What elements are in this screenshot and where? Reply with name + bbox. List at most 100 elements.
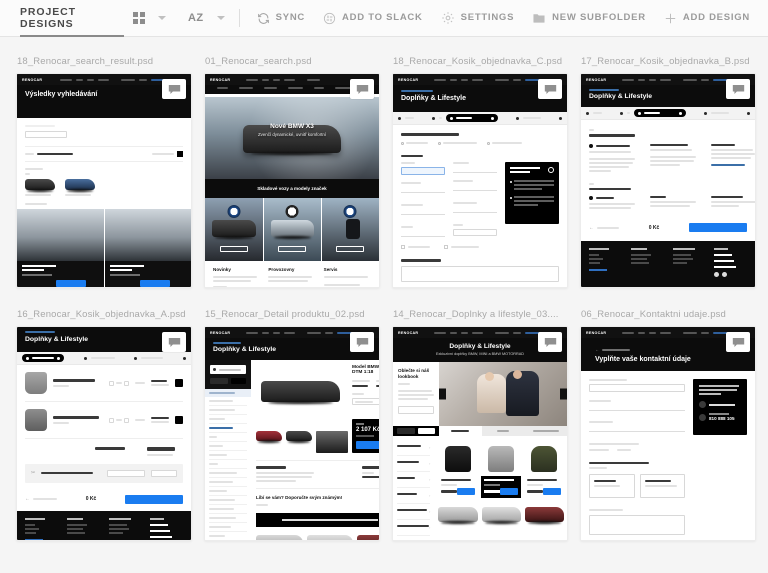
top-toolbar: PROJECT DESIGNS AZ SYNC ADD TO SLACK SET… [0,0,768,37]
design-card-16-kosik-a[interactable]: 16_Renocar_Kosik_objednavka_A.psd Doplňk… [16,304,192,541]
add-to-slack-button[interactable]: ADD TO SLACK [314,0,432,37]
comment-bubble-icon[interactable] [538,332,562,352]
design-card-01-search[interactable]: 01_Renocar_search.psd RENOCAR Nové BMW X… [204,51,380,288]
new-subfolder-label: NEW SUBFOLDER [552,12,646,24]
design-thumbnail[interactable]: RENOCAR Výsledky vyhledávání [16,73,192,288]
mock-col-title: Novinky [213,267,231,272]
design-thumbnail[interactable]: RENOCAR Doplňky & Lifestyle [204,326,380,541]
design-filename[interactable]: 15_Renocar_Detail produktu_02.psd [204,304,380,326]
mock-hero-title: Nové BMW X3 [270,123,314,130]
mock-input-active [401,167,445,175]
mock-buy-button [356,441,379,449]
comment-bubble-icon[interactable] [726,332,750,352]
thumb-canvas: Doplňky & Lifestyle ✂ ← 0 Kč [17,327,191,540]
view-chevron-down-icon[interactable] [157,16,166,20]
mock-hero-cta: Skladové vozy a modely značek [205,179,379,198]
mock-aside-box [505,162,559,224]
grid-view-button[interactable] [124,0,154,37]
brand-logo: RENOCAR [586,77,607,82]
mock-contact-box: 810 888 105 [693,379,747,435]
mock-label-model [25,125,55,127]
mock-price-box: 2 107 Kč [352,419,379,453]
comment-bubble-icon[interactable] [162,79,186,99]
design-thumbnail[interactable]: RENOCAR Doplňky & Lifestyle Exkluzivní d… [392,326,568,541]
design-card-06-kontaktni-udaje[interactable]: 06_Renocar_Kontaktni udaje.psd RENOCAR ←… [580,304,756,541]
thumb-canvas: RENOCAR Doplňky & Lifestyle [205,327,379,540]
mock-primary-button [689,223,747,232]
mock-breadcrumb [25,331,55,333]
plus-icon [664,12,677,25]
comment-bubble-icon[interactable] [350,332,374,352]
mock-total: 0 Kč [648,224,660,231]
design-filename[interactable]: 17_Renocar_Kosik_objednavka_B.psd [580,51,756,73]
mock-price: 2 107 Kč [356,427,379,433]
settings-button[interactable]: SETTINGS [432,0,524,37]
comment-bubble-icon[interactable] [162,332,186,352]
brand-logo: RENOCAR [398,77,419,82]
design-thumbnail[interactable]: Doplňky & Lifestyle ✂ ← 0 Kč [16,326,192,541]
design-filename[interactable]: 16_Renocar_Kosik_objednavka_A.psd [16,304,192,326]
mock-input-name [589,384,685,392]
thumb-canvas: RENOCAR Doplňky & Lifestyle Exkluzivní d… [393,327,567,540]
thumb-canvas: RENOCAR Výsledky vyhledávání [17,74,191,287]
mock-hero-sub: Zvenčí dynamické, uvnitř komfortní [257,132,327,137]
mock-col-title: Provozovny [268,267,295,272]
brand-logo: RENOCAR [22,77,43,82]
gear-icon [441,11,455,25]
mock-sidebar: › › › [205,360,251,540]
mock-total: 0 Kč [85,496,97,502]
mock-stepper [581,107,755,120]
design-card-17-kosik-b[interactable]: 17_Renocar_Kosik_objednavka_B.psd RENOCA… [580,51,756,288]
mock-sidebar: › › › › › › › [393,436,434,540]
sort-button[interactable]: AZ [166,0,213,37]
comment-bubble-icon[interactable] [726,79,750,99]
new-subfolder-button[interactable]: NEW SUBFOLDER [523,0,655,37]
design-card-15-detail-produktu[interactable]: 15_Renocar_Detail produktu_02.psd RENOCA… [204,304,380,541]
mock-primary-button [125,494,183,504]
comment-bubble-icon[interactable] [350,79,374,99]
thumb-canvas: RENOCAR Doplňky & Lifestyle [393,74,567,287]
design-filename[interactable]: 06_Renocar_Kontaktni udaje.psd [580,304,756,326]
mock-product-sub: DTM 1:18 [352,370,374,375]
mock-promo-button [398,405,434,414]
mock-stepper [17,352,191,365]
design-thumbnail[interactable]: RENOCAR Doplňky & Lifestyle [580,73,756,288]
mock-banner [256,512,379,527]
mock-phone: 810 888 105 [709,416,735,421]
sync-button[interactable]: SYNC [248,0,314,37]
design-filename[interactable]: 01_Renocar_search.psd [204,51,380,73]
mock-hero-photo [439,362,567,426]
mock-col-title: Servis [323,267,338,272]
design-card-18-search-result[interactable]: 18_Renocar_search_result.psd RENOCAR Výs… [16,51,192,288]
design-card-18-kosik-c[interactable]: 18_Renocar_Kosik_objednavka_C.psd RENOCA… [392,51,568,288]
brand-logo: RENOCAR [210,77,231,82]
mock-like-title: Líbí se vám? Doporučte svým známým! [256,494,343,500]
comment-bubble-icon[interactable] [538,79,562,99]
design-thumbnail[interactable]: RENOCAR Nové BMW X3 Zvenčí dynamické, uv… [204,73,380,288]
mock-footer [581,241,755,287]
design-thumbnail[interactable]: RENOCAR Doplňky & Lifestyle [392,73,568,288]
mock-hero: Nové BMW X3 Zvenčí dynamické, uvnitř kom… [205,97,379,179]
refresh-icon [257,12,270,25]
thumb-canvas: RENOCAR ← Vyplňte vaše kontaktní údaje 8… [581,327,755,540]
settings-label: SETTINGS [460,12,515,24]
thumb-canvas: RENOCAR Nové BMW X3 Zvenčí dynamické, uv… [205,74,379,287]
designs-row-2: 16_Renocar_Kosik_objednavka_A.psd Doplňk… [16,304,756,541]
view-controls: AZ SYNC ADD TO SLACK SETTINGS NEW SUBFOL… [124,0,768,37]
design-card-14-doplnky-lifestyle[interactable]: 14_Renocar_Doplnky a lifestyle_03.... RE… [392,304,568,541]
design-thumbnail[interactable]: RENOCAR ← Vyplňte vaše kontaktní údaje 8… [580,326,756,541]
sort-label: AZ [187,12,204,24]
design-filename[interactable]: 14_Renocar_Doplnky a lifestyle_03.... [392,304,568,326]
mock-search-input [25,131,67,138]
slack-icon [323,12,336,25]
design-filename[interactable]: 18_Renocar_search_result.psd [16,51,192,73]
grid-icon [132,12,145,24]
mock-heading: Doplňky & Lifestyle [25,336,89,343]
design-filename[interactable]: 18_Renocar_Kosik_objednavka_C.psd [392,51,568,73]
add-design-button[interactable]: ADD DESIGN [655,0,768,37]
sync-label: SYNC [275,12,306,24]
sort-chevron-down-icon[interactable] [216,16,225,20]
designs-board: 18_Renocar_search_result.psd RENOCAR Výs… [0,37,768,541]
mock-step-active [446,114,498,122]
thumb-canvas: RENOCAR Doplňky & Lifestyle [581,74,755,287]
